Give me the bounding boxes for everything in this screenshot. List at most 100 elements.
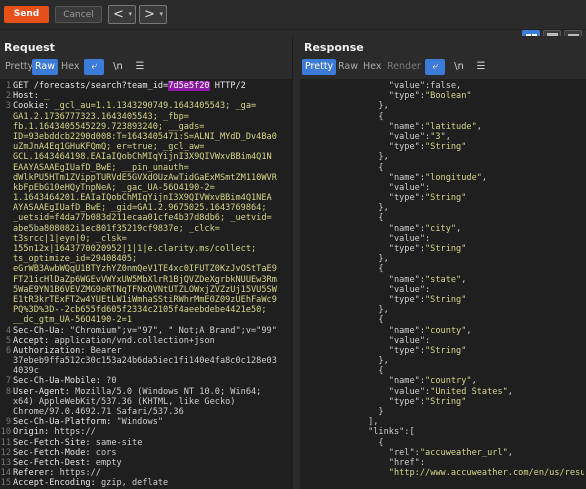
code-token: Sec-Ch-Ua-Platform: — [13, 417, 117, 428]
chevron-down-icon[interactable]: ▾ — [159, 6, 163, 23]
response-code[interactable]: "value":false, "type":"Boolean" }, { "na… — [306, 81, 584, 478]
history-back-button[interactable]: < ▾ — [108, 5, 136, 24]
code-token: empty — [95, 457, 122, 468]
code-line: "name":"city", — [306, 224, 584, 234]
code-token: "type": — [306, 294, 425, 305]
code-token: ", — [440, 131, 451, 142]
code-line: }, — [306, 101, 584, 111]
newline-icon[interactable]: \n — [108, 59, 128, 75]
code-token: "United States" — [430, 386, 508, 397]
code-token: "value": — [306, 182, 431, 193]
code-line: "type":"String" — [306, 142, 584, 152]
code-token: "accuweather_url" — [419, 447, 508, 458]
code-line: Origin: https:// — [13, 427, 290, 437]
code-line: }, — [306, 254, 584, 264]
code-token: { — [306, 366, 384, 377]
code-line: 4039c — [13, 366, 290, 376]
code-token: t3srcc|1|eyn|0; _clsk= — [13, 233, 127, 244]
code-token: PQ%3D%3D--2cb655fd605f2334c2105f4aeebdeb… — [13, 305, 267, 316]
code-token: Sec-Ch-Ua-Mobile: — [13, 376, 107, 387]
tab-raw[interactable]: Raw — [335, 59, 361, 75]
code-token: https:// — [54, 427, 96, 438]
code-line: 37ebeb9ffa512c30c153a24b6da5iec1fi140e4f… — [13, 356, 290, 366]
line-number — [0, 356, 11, 366]
request-editor[interactable]: 12345678910111213141516 GET /forecasts/s… — [0, 79, 292, 489]
code-line: }, — [306, 356, 584, 366]
request-tabs: Pretty Raw Hex ⤶ \n ☰ — [0, 59, 292, 77]
line-number — [0, 193, 11, 203]
code-line: EAAYASAAEgIUafD_BwE; __pin_unauth= — [13, 163, 290, 173]
code-token: Host: — [13, 91, 45, 102]
line-number — [0, 264, 11, 274]
code-token: "state" — [425, 274, 462, 285]
code-line: "name":"county", — [306, 326, 584, 336]
code-line: eGrWB3AwbWQqU1BTYzhYZ0nmQeV1TE4xc0IFUTZ0… — [13, 264, 290, 274]
response-pane: Response Pretty Raw Hex Render ⤶ \n ☰ "v… — [300, 36, 586, 489]
code-token: "http://www.accuweather.com/en/us/resul — [388, 468, 584, 479]
code-token: Accept: — [13, 335, 55, 346]
line-number — [0, 397, 11, 407]
line-number — [0, 305, 11, 315]
newline-icon[interactable]: \n — [449, 59, 469, 75]
tab-hex[interactable]: Hex — [360, 59, 384, 75]
code-token: Origin: — [13, 427, 55, 438]
code-token: , — [507, 386, 513, 397]
line-number — [0, 132, 11, 142]
tab-raw[interactable]: Raw — [32, 59, 58, 75]
tab-hex[interactable]: Hex — [58, 59, 82, 75]
code-token: , — [466, 325, 472, 336]
code-token: "type": — [306, 345, 425, 356]
code-line: ID=93ebddcb2290d008:T=1643405471:S=ALNI_… — [13, 132, 290, 142]
chevron-down-icon[interactable]: ▾ — [128, 6, 132, 23]
tab-pretty[interactable]: Pretty — [302, 59, 337, 75]
history-forward-button[interactable]: > ▾ — [139, 5, 167, 24]
code-token: "value": — [306, 233, 431, 244]
code-line: GET /forecasts/search?team_id=7d5e5f20 H… — [13, 81, 290, 91]
code-token: "country" — [425, 376, 472, 387]
line-number — [0, 152, 11, 162]
code-token: ts_optimize_id=29408405; — [13, 254, 138, 265]
request-code[interactable]: GET /forecasts/search?team_id=7d5e5f20 H… — [13, 81, 290, 489]
line-number — [0, 315, 11, 325]
code-token: GET /forecasts/search?team_id= — [13, 81, 169, 91]
code-line: "name":"country", — [306, 376, 584, 386]
code-token: "name": — [306, 376, 425, 387]
code-line: Sec-Fetch-Mode: cors — [13, 448, 290, 458]
code-token: Referer: — [13, 468, 60, 479]
code-line: "href": — [306, 458, 584, 468]
code-token: "Boolean" — [425, 91, 472, 102]
wrap-icon[interactable]: ⤶ — [425, 59, 445, 75]
wrap-icon[interactable]: ⤶ — [84, 59, 104, 75]
code-line: "type":"String" — [306, 193, 584, 203]
code-token: application/vnd.collection+json — [54, 335, 215, 346]
code-line: Sec-Ch-Ua-Mobile: ?0 — [13, 376, 290, 386]
code-token: , — [461, 274, 467, 285]
code-token: "3 — [430, 131, 441, 142]
code-token: "longitude" — [425, 172, 482, 183]
line-number: 3 — [5, 101, 11, 112]
response-editor[interactable]: "value":false, "type":"Boolean" }, { "na… — [300, 79, 586, 489]
code-token: "Chromium";v="97", " Not;A Brand";v="99" — [69, 325, 277, 336]
code-line: kbFpEbG10eHQyTnpNeA; _gac_UA-56O4190-2= — [13, 183, 290, 193]
menu-icon[interactable]: ☰ — [130, 59, 150, 75]
code-line: "name":"longitude", — [306, 173, 584, 183]
code-line: "rel":"accuweather_url", — [306, 448, 584, 458]
code-token: "type": — [306, 91, 425, 102]
code-token: Bearer — [90, 345, 122, 356]
line-number — [0, 366, 11, 376]
cancel-button[interactable]: Cancel — [55, 6, 102, 23]
line-number: 9 — [5, 417, 11, 428]
code-line: abe5ba808082i1ec801f35219cf9837e; _clck= — [13, 224, 290, 234]
code-token: "String" — [425, 193, 467, 204]
code-line: "value":false, — [306, 81, 584, 91]
code-token: "String" — [425, 142, 467, 153]
code-token: }, — [306, 203, 389, 214]
menu-icon[interactable]: ☰ — [471, 59, 491, 75]
tab-render[interactable]: Render — [384, 59, 424, 75]
code-token: "name": — [306, 223, 425, 234]
code-line: "name":"latitude", — [306, 122, 584, 132]
send-button[interactable]: Send — [4, 6, 49, 23]
code-token: "String" — [425, 244, 467, 254]
code-line: Accept-Encoding: gzip, deflate — [13, 478, 290, 488]
code-token: uZmJnA4Eq1GHuKFQmQ; er=true; _gcl_aw= — [13, 142, 205, 153]
